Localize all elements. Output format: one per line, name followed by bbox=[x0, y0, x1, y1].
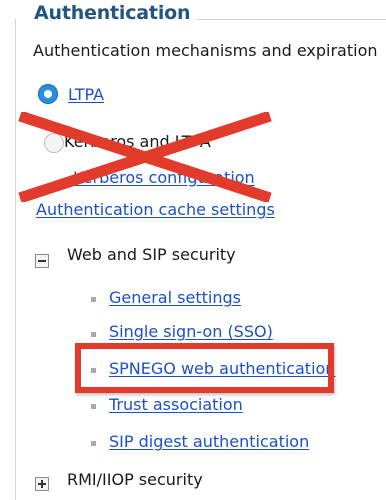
square-bullet-icon bbox=[91, 441, 96, 446]
minus-bar bbox=[38, 260, 46, 262]
ltpa-link[interactable]: LTPA bbox=[68, 85, 104, 104]
section-title: Authentication bbox=[32, 2, 197, 24]
square-bullet-icon bbox=[91, 368, 96, 373]
radio-selected-dot bbox=[44, 90, 52, 98]
authentication-cache-settings-link[interactable]: Authentication cache settings bbox=[36, 200, 275, 219]
red-cross-annotation bbox=[18, 112, 272, 202]
sip-digest-authentication-link[interactable]: SIP digest authentication bbox=[109, 432, 309, 451]
ltpa-radio[interactable] bbox=[38, 84, 58, 104]
kerberos-ltpa-label: Kerberos and LTPA bbox=[64, 132, 211, 151]
plus-vertical-bar bbox=[41, 480, 43, 488]
square-bullet-icon bbox=[91, 404, 96, 409]
section-border-left bbox=[15, 19, 16, 500]
section-border-top bbox=[196, 19, 386, 20]
kerberos-configuration-link[interactable]: Kerberos configuration bbox=[73, 168, 255, 187]
expand-rmi-iiop-icon[interactable] bbox=[35, 477, 49, 491]
single-sign-on-link[interactable]: Single sign-on (SSO) bbox=[109, 322, 273, 341]
general-settings-link[interactable]: General settings bbox=[109, 288, 241, 307]
trust-association-link[interactable]: Trust association bbox=[109, 395, 243, 414]
web-sip-security-label: Web and SIP security bbox=[67, 245, 236, 264]
rmi-iiop-security-label: RMI/IIOP security bbox=[67, 470, 203, 489]
collapse-web-sip-icon[interactable] bbox=[35, 254, 49, 268]
spnego-web-authentication-link[interactable]: SPNEGO web authentication bbox=[109, 359, 335, 378]
square-bullet-icon bbox=[91, 332, 96, 337]
section-description: Authentication mechanisms and expiration bbox=[33, 41, 378, 60]
square-bullet-icon bbox=[91, 297, 96, 302]
kerberos-ltpa-radio[interactable] bbox=[44, 133, 64, 153]
